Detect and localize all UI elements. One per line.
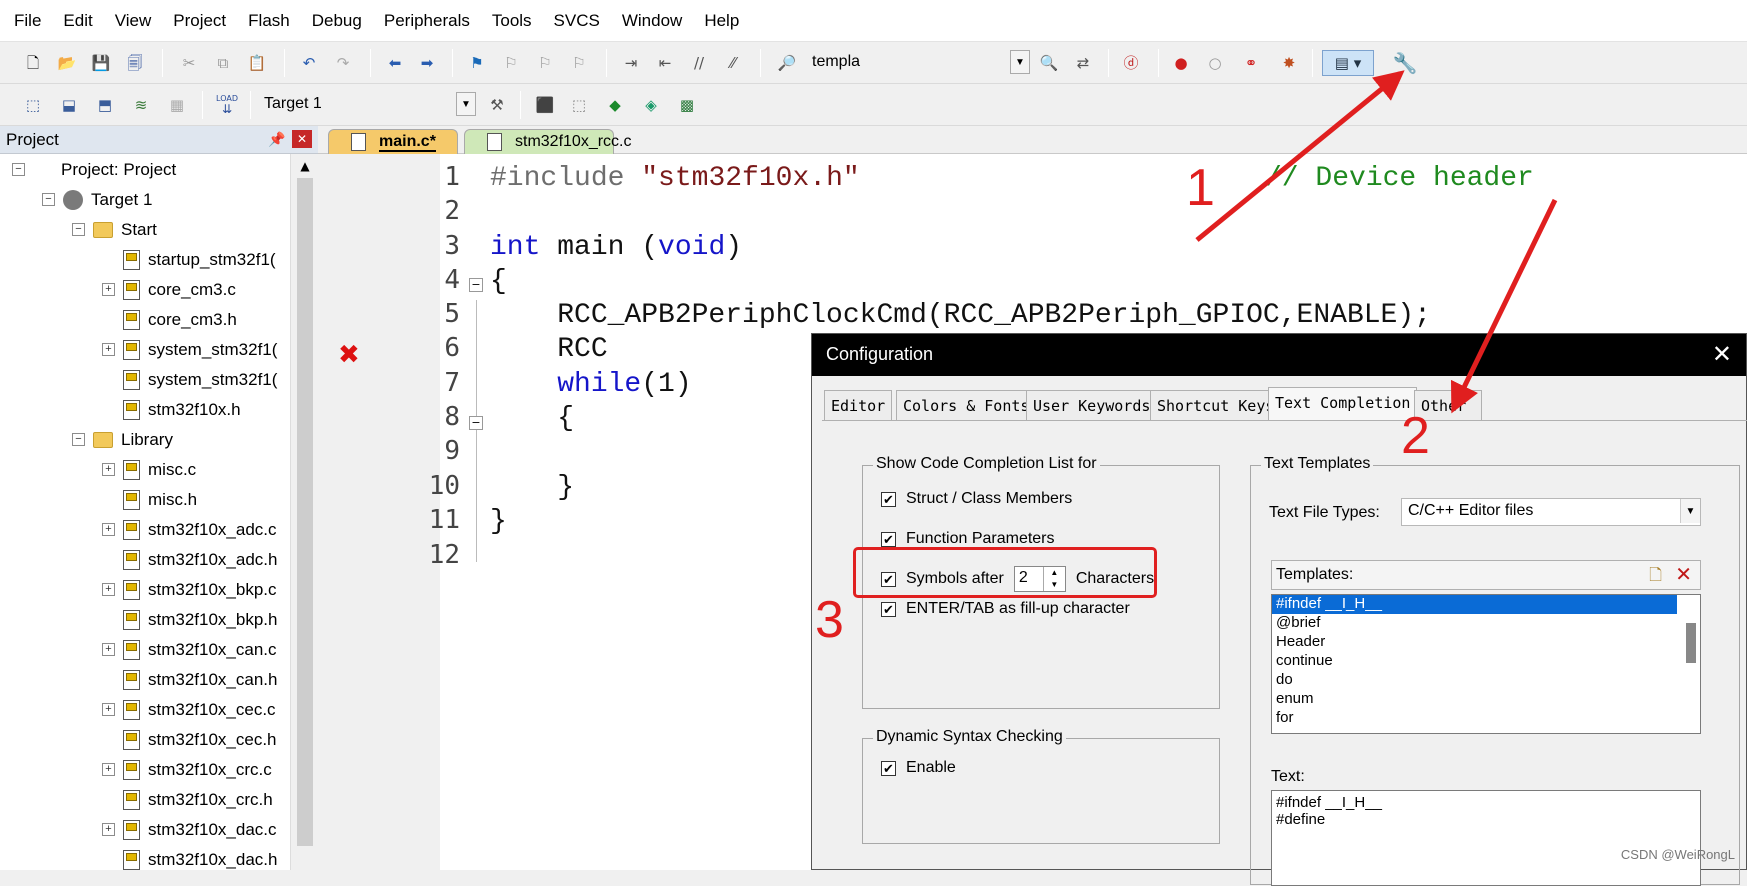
annotation-arrows [1195, 70, 1558, 414]
annotation-number-2: 2 [1401, 407, 1430, 465]
arrow-to-tab [1450, 198, 1558, 414]
annotation-number-1: 1 [1186, 159, 1215, 217]
annotation-number-3: 3 [815, 591, 844, 649]
watermark: CSDN @WeiRongL [1620, 847, 1735, 862]
arrow-to-wrench [1195, 70, 1405, 242]
